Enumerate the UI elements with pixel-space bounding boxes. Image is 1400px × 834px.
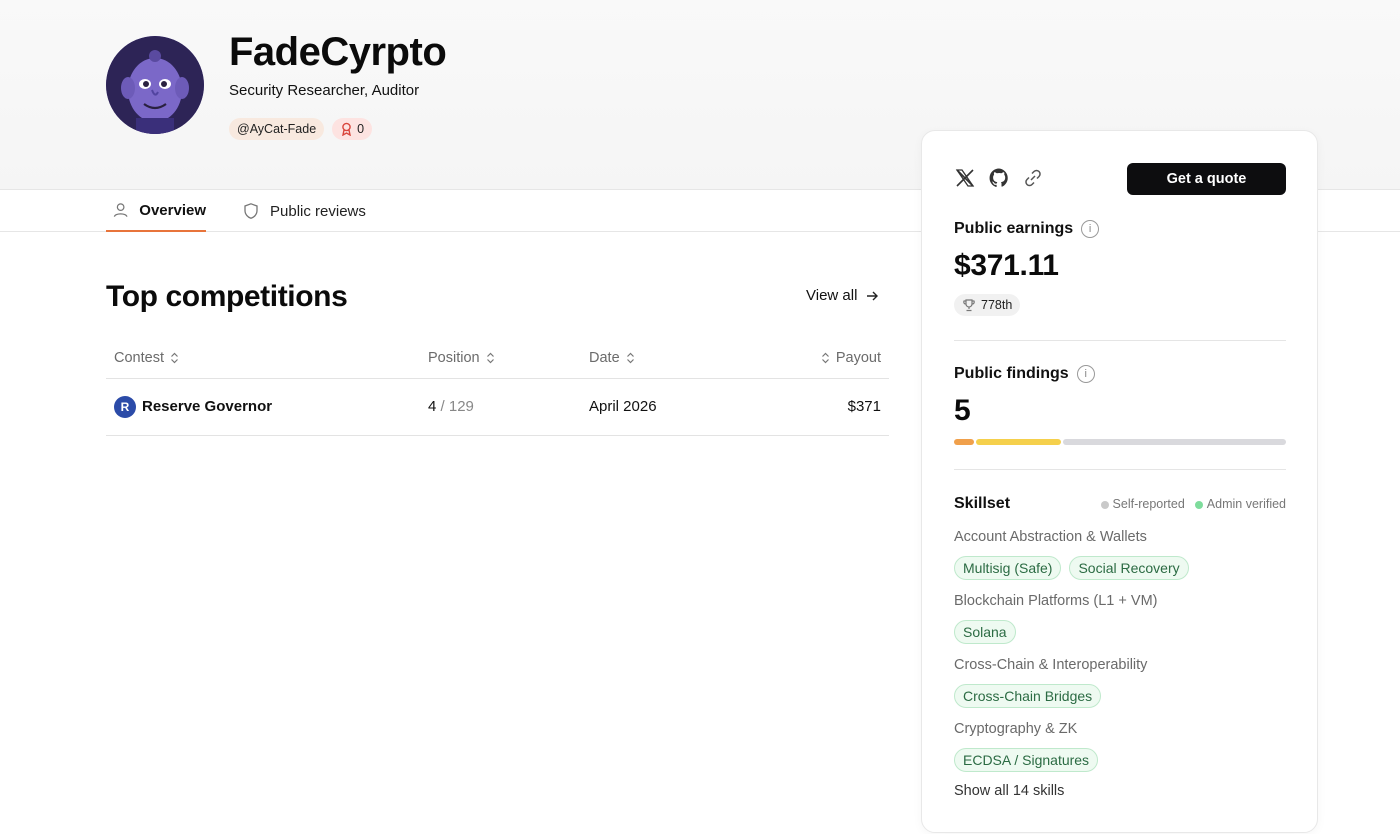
avatar-illustration [106, 36, 204, 134]
table-row[interactable]: R Reserve Governor 4 / 129 April 2026 $37… [106, 379, 889, 436]
rank-badge: 778th [954, 294, 1021, 316]
section-title: Top competitions [106, 280, 348, 313]
earnings-value: $371.11 [954, 249, 1059, 282]
user-icon [113, 203, 128, 217]
skill-chips: ECDSA / Signatures [954, 748, 1099, 772]
skill-chip[interactable]: Multisig (Safe) [954, 556, 1062, 580]
sort-icon [486, 352, 494, 364]
skill-chips: Multisig (Safe) Social Recovery [954, 556, 1189, 580]
arrow-right-icon [867, 291, 879, 300]
skill-category: Cross-Chain & Interoperability [954, 657, 1148, 673]
sort-contest-header[interactable]: Contest [114, 350, 179, 366]
position-total: / 129 [440, 398, 474, 415]
legend-self-reported: Self-reported [1100, 497, 1185, 511]
skill-category: Blockchain Platforms (L1 + VM) [954, 593, 1158, 609]
award-count: 0 [357, 122, 365, 136]
profile-role: Security Researcher, Auditor [229, 82, 420, 99]
findings-bar-segment [954, 439, 974, 445]
column-label: Contest [114, 350, 164, 366]
skill-chip[interactable]: Cross-Chain Bridges [954, 684, 1102, 708]
profile-stats-card: Get a quote Public earnings i $371.11 77… [921, 130, 1318, 833]
handle-badge[interactable]: @AyCat-Fade [229, 118, 325, 140]
table-header: Contest Position Date Payout [106, 338, 889, 379]
skillset-title: Skillset [954, 495, 1011, 512]
info-icon[interactable]: i [1081, 220, 1100, 238]
gray-dot-icon [1100, 500, 1109, 509]
green-dot-icon [1194, 500, 1203, 509]
tab-public-reviews[interactable]: Public reviews [242, 190, 366, 232]
label-text: Public earnings [954, 220, 1074, 237]
date-cell: April 2026 [589, 398, 657, 415]
contest-logo: R [114, 396, 136, 418]
skill-legend: Self-reported Admin verified [1100, 497, 1286, 511]
divider [954, 469, 1286, 470]
findings-bar-segment [1062, 439, 1286, 445]
skill-category: Account Abstraction & Wallets [954, 529, 1147, 545]
findings-bar-segment [975, 439, 1061, 445]
trophy-icon [963, 299, 975, 312]
column-label: Payout [835, 350, 881, 366]
social-links [954, 167, 1044, 189]
skill-chip[interactable]: Social Recovery [1069, 556, 1189, 580]
tab-label: Public reviews [270, 202, 366, 220]
link-icon[interactable] [1022, 167, 1044, 189]
position-cell: 4 / 129 [428, 398, 474, 415]
legend-text: Admin verified [1206, 497, 1286, 511]
public-earnings-label: Public earnings i [954, 220, 1100, 238]
profile-badges: @AyCat-Fade 0 [229, 118, 373, 140]
position-value: 4 [428, 398, 437, 415]
sort-payout-header[interactable]: Payout [821, 350, 881, 366]
contest-cell: R Reserve Governor [114, 396, 272, 418]
rank-text: 778th [981, 298, 1013, 312]
skillset-header: Skillset Self-reported Admin verified [954, 495, 1286, 513]
competitions-table: Contest Position Date Payout R Reserve Go… [106, 338, 889, 436]
tab-label: Overview [139, 201, 206, 219]
findings-severity-bar [954, 439, 1286, 445]
handle-text: @AyCat-Fade [237, 122, 317, 136]
award-badge[interactable]: 0 [332, 118, 373, 140]
legend-admin-verified: Admin verified [1194, 497, 1286, 511]
skill-chip[interactable]: ECDSA / Signatures [954, 748, 1099, 772]
ribbon-icon [342, 122, 352, 136]
legend-text: Self-reported [1112, 497, 1185, 511]
sort-icon [171, 352, 178, 364]
sort-icon [821, 352, 829, 364]
skill-chips: Solana [954, 620, 1016, 644]
sort-date-header[interactable]: Date [589, 350, 635, 366]
view-all-label: View all [806, 287, 858, 304]
contest-name[interactable]: Reserve Governor [142, 398, 272, 415]
github-icon[interactable] [988, 167, 1010, 189]
findings-value: 5 [954, 394, 971, 427]
label-text: Public findings [954, 365, 1069, 382]
skill-chips: Cross-Chain Bridges [954, 684, 1102, 708]
show-all-skills-link[interactable]: Show all 14 skills [954, 783, 1064, 799]
avatar [106, 36, 204, 134]
profile-name: FadeCyrpto [229, 30, 447, 74]
column-label: Position [428, 350, 480, 366]
get-a-quote-button[interactable]: Get a quote [1127, 163, 1286, 195]
view-all-link[interactable]: View all [806, 287, 879, 304]
skill-chip[interactable]: Solana [954, 620, 1016, 644]
info-icon[interactable]: i [1076, 365, 1095, 383]
x-twitter-icon[interactable] [954, 167, 976, 189]
column-label: Date [589, 350, 620, 366]
shield-icon [244, 203, 258, 219]
payout-cell: $371 [847, 398, 881, 415]
public-findings-label: Public findings i [954, 365, 1095, 383]
sort-icon [626, 352, 634, 364]
skill-category: Cryptography & ZK [954, 721, 1078, 737]
sort-position-header[interactable]: Position [428, 350, 495, 366]
tab-overview[interactable]: Overview [106, 190, 206, 232]
divider [954, 340, 1286, 341]
